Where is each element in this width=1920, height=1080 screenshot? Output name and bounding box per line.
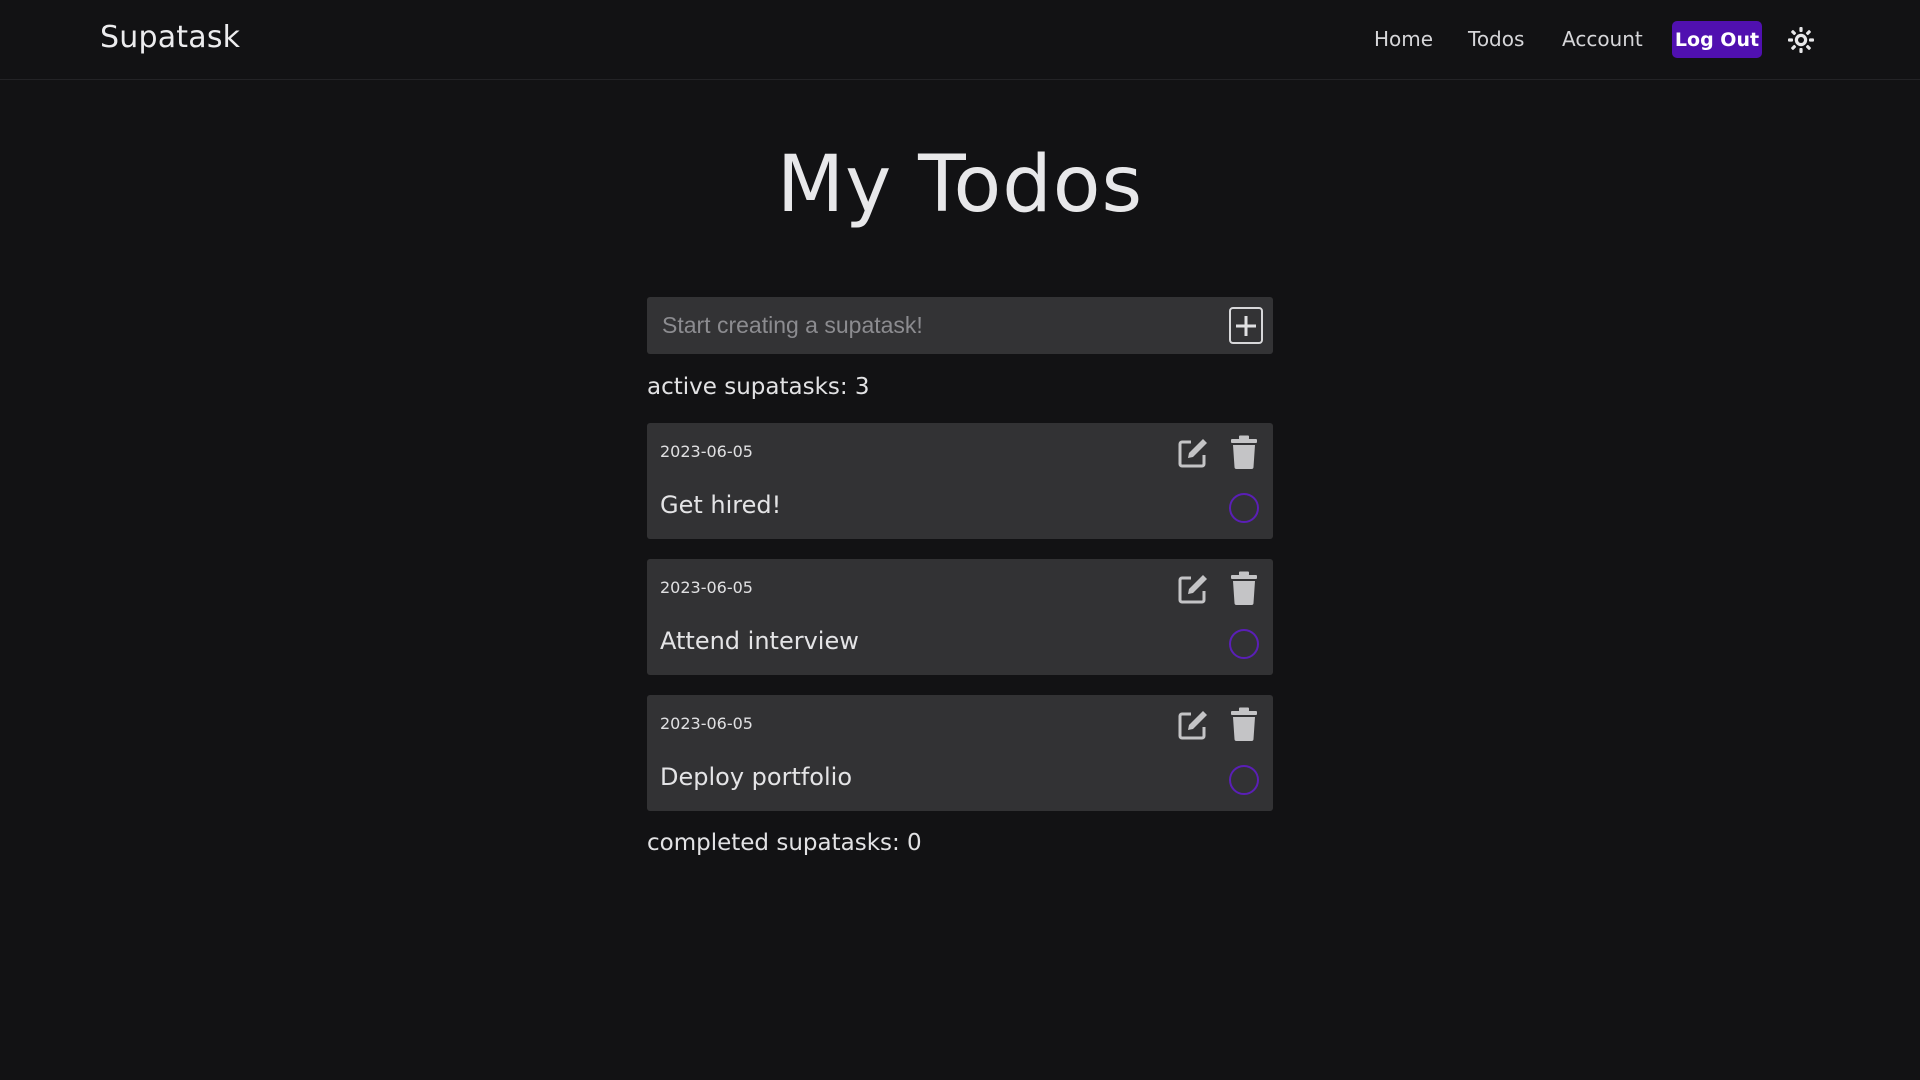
complete-checkbox[interactable] bbox=[1229, 629, 1259, 659]
new-todo-form bbox=[647, 297, 1273, 354]
completed-count-label: completed supatasks: 0 bbox=[647, 830, 922, 856]
todo-item: 2023-06-05 Get hired! bbox=[647, 423, 1273, 539]
trash-icon bbox=[1231, 435, 1257, 469]
logout-button[interactable]: Log Out bbox=[1672, 21, 1762, 58]
theme-toggle-button[interactable] bbox=[1786, 25, 1816, 55]
delete-todo-button[interactable] bbox=[1229, 570, 1259, 606]
edit-icon bbox=[1178, 575, 1207, 604]
complete-checkbox[interactable] bbox=[1229, 765, 1259, 795]
todo-date: 2023-06-05 bbox=[660, 714, 753, 733]
delete-todo-button[interactable] bbox=[1229, 434, 1259, 470]
brand-logo[interactable]: Supatask bbox=[100, 20, 240, 55]
nav-link-account[interactable]: Account bbox=[1562, 27, 1643, 51]
add-todo-button[interactable] bbox=[1229, 307, 1263, 344]
trash-icon bbox=[1231, 707, 1257, 741]
complete-checkbox[interactable] bbox=[1229, 493, 1259, 523]
edit-icon bbox=[1178, 439, 1207, 468]
edit-todo-button[interactable] bbox=[1175, 707, 1211, 743]
edit-todo-button[interactable] bbox=[1175, 435, 1211, 471]
todo-date: 2023-06-05 bbox=[660, 578, 753, 597]
todo-item: 2023-06-05 Attend interview bbox=[647, 559, 1273, 675]
todo-text: Get hired! bbox=[660, 491, 782, 519]
delete-todo-button[interactable] bbox=[1229, 706, 1259, 742]
trash-icon bbox=[1231, 571, 1257, 605]
plus-icon bbox=[1236, 315, 1256, 336]
edit-todo-button[interactable] bbox=[1175, 571, 1211, 607]
navbar: Supatask Home Todos Account Log Out bbox=[0, 0, 1920, 80]
nav-link-home[interactable]: Home bbox=[1374, 27, 1433, 51]
new-todo-input[interactable] bbox=[647, 297, 1207, 354]
active-count-label: active supatasks: 3 bbox=[647, 374, 870, 400]
todo-date: 2023-06-05 bbox=[660, 442, 753, 461]
todo-text: Attend interview bbox=[660, 627, 859, 655]
sun-icon bbox=[1788, 27, 1814, 53]
todo-text: Deploy portfolio bbox=[660, 763, 853, 791]
edit-icon bbox=[1178, 711, 1207, 740]
page-title: My Todos bbox=[776, 140, 1144, 230]
todo-item: 2023-06-05 Deploy portfolio bbox=[647, 695, 1273, 811]
nav-link-todos[interactable]: Todos bbox=[1468, 27, 1524, 51]
